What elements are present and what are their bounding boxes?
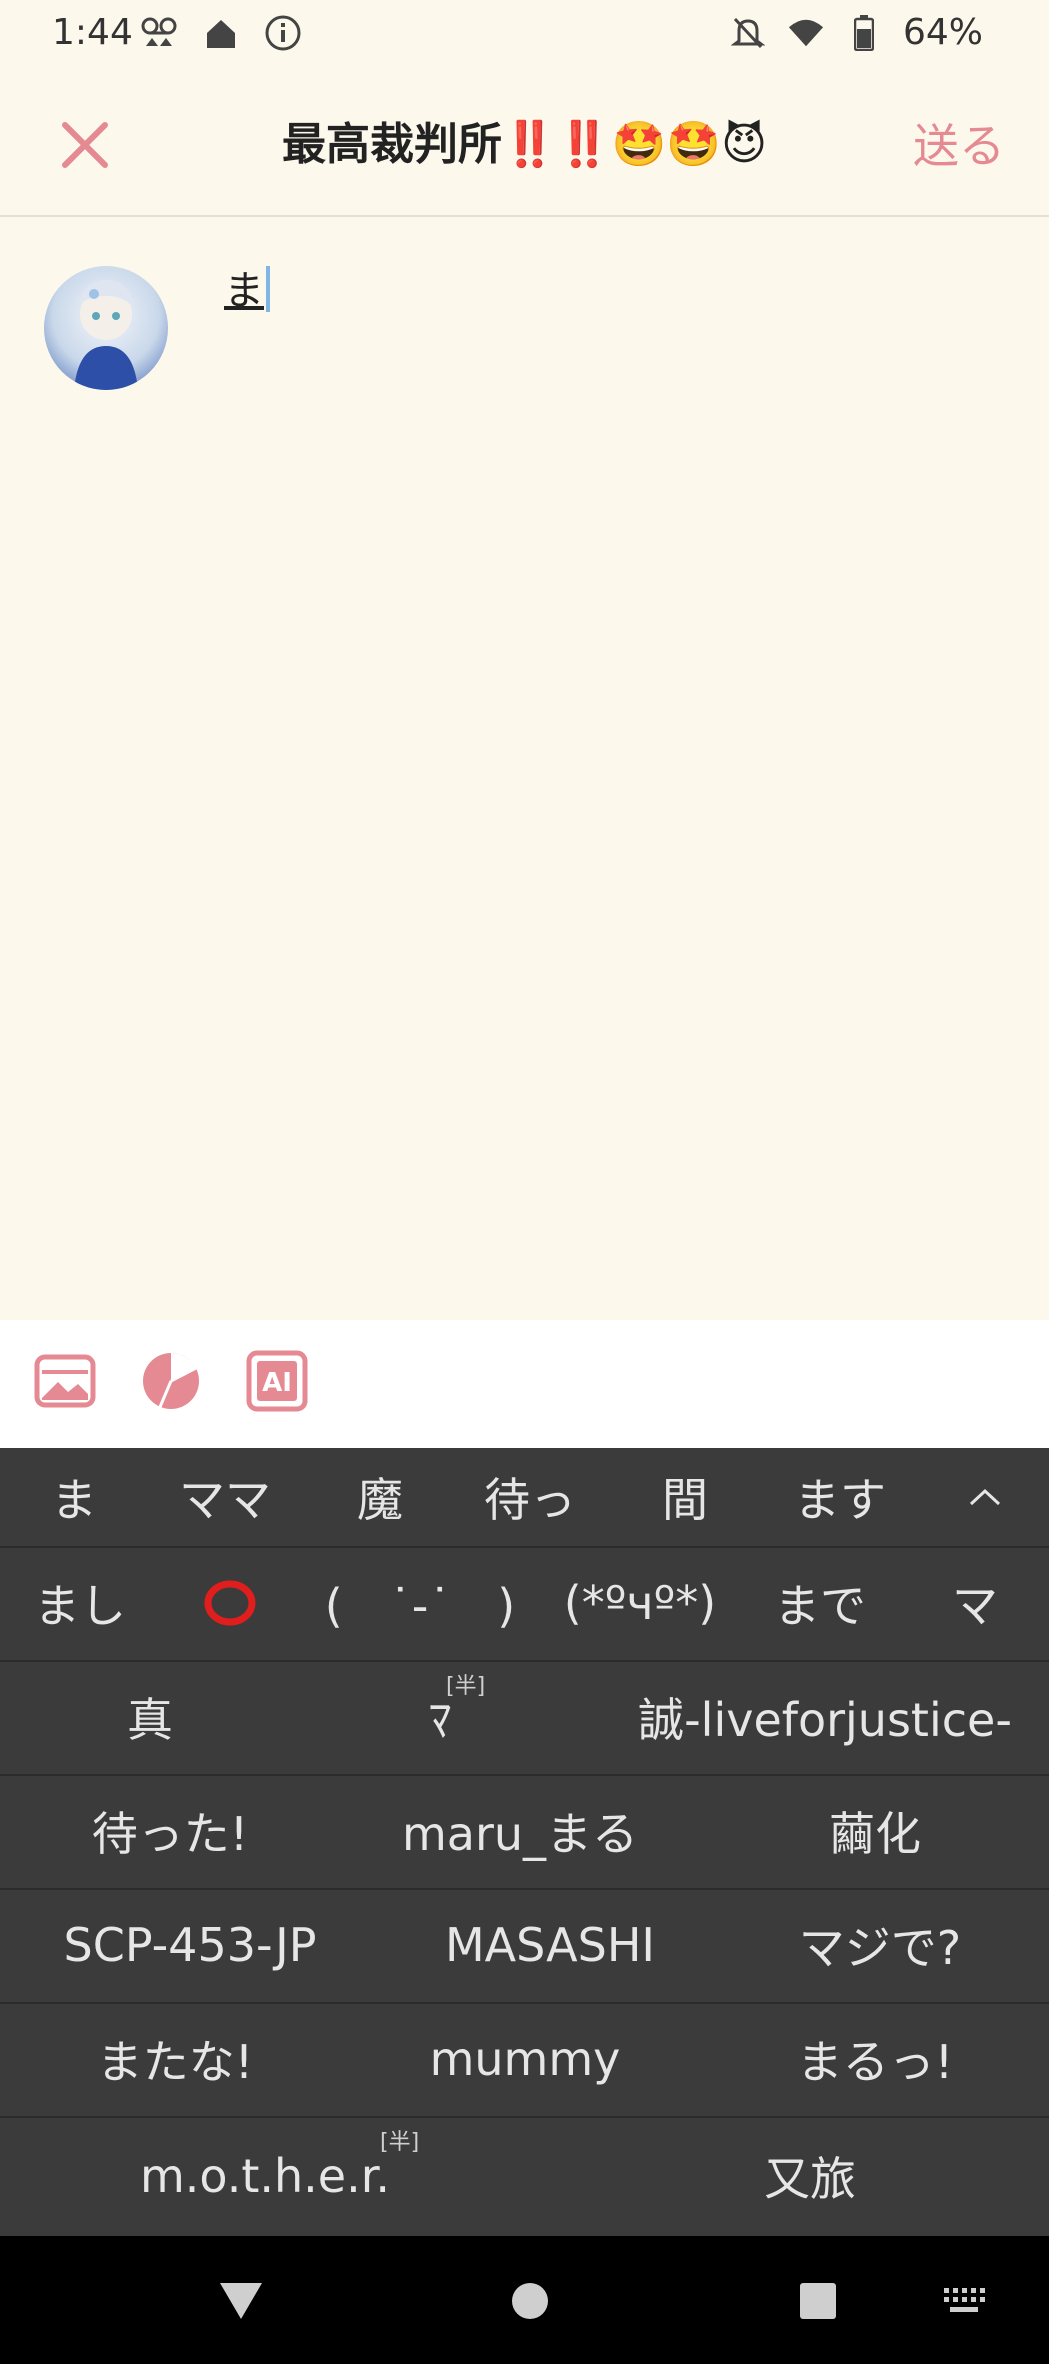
navigation-bar	[0, 2236, 1049, 2364]
candidate-row: SCP-453-JP MASASHI マジで?	[0, 1888, 1049, 2004]
candidate[interactable]: mummy	[410, 2002, 640, 2116]
candidate[interactable]: 待っ	[460, 1448, 600, 1546]
candidate[interactable]: またな!	[70, 2002, 280, 2116]
candidate-row: まし ( ˙-˙ ) (*ºчº*) まで マ	[0, 1546, 1049, 1662]
pie-chart-icon	[143, 1352, 199, 1409]
compose-input[interactable]: ま	[224, 258, 270, 316]
ai-icon: AI	[246, 1350, 308, 1412]
candidate[interactable]: まし	[20, 1546, 140, 1660]
candidate-row: m.o.t.h.e.r. [半] 又旅	[0, 2116, 1049, 2236]
candidate[interactable]: ママ	[160, 1448, 290, 1546]
notifications-off-icon	[729, 14, 767, 52]
collapse-button[interactable]	[940, 1448, 1030, 1546]
page-title: 最高裁判所‼️‼️🤩🤩😈	[281, 119, 767, 170]
image-button[interactable]	[32, 1348, 98, 1414]
half-width-badge: [半]	[446, 1674, 486, 1699]
image-icon	[34, 1354, 96, 1408]
compose-header: 最高裁判所‼️‼️🤩🤩😈 送る	[0, 70, 1049, 217]
poll-button[interactable]	[138, 1348, 204, 1414]
svg-text:AI: AI	[262, 1368, 292, 1398]
candidate[interactable]: 誠-liveforjustice-	[630, 1660, 1020, 1774]
wifi-icon	[787, 14, 825, 52]
candidate[interactable]: SCP-453-JP	[40, 1888, 340, 2002]
candidate-row: またな! mummy まるっ!	[0, 2002, 1049, 2118]
candidate[interactable]: 真	[90, 1660, 210, 1774]
text-cursor	[266, 266, 270, 312]
candidate[interactable]: ます	[770, 1448, 910, 1546]
avatar	[44, 266, 168, 390]
attachment-toolbar: AI	[0, 1320, 1049, 1448]
battery-icon	[845, 14, 883, 52]
candidate-row: 真 ﾏ [半] 誠-liveforjustice-	[0, 1660, 1049, 1776]
candidate[interactable]: 又旅	[730, 2116, 890, 2236]
candidate[interactable]: マジで?	[770, 1888, 990, 2002]
send-button[interactable]: 送る	[913, 110, 1005, 176]
candidate-row: ま ママ 魔 待っ 間 ます	[0, 1448, 1049, 1548]
candidate[interactable]: まで	[750, 1546, 890, 1660]
heavy-circle-icon	[204, 1580, 256, 1626]
candidate[interactable]: 繭化	[790, 1774, 960, 1888]
info-icon	[264, 14, 302, 52]
home-icon	[202, 14, 240, 52]
ai-button[interactable]: AI	[244, 1348, 310, 1414]
keyboard-switch-button[interactable]	[940, 2274, 988, 2328]
battery-percent: 64%	[902, 12, 983, 53]
back-button[interactable]	[214, 2274, 268, 2328]
compose-text: ま	[224, 268, 264, 314]
home-button[interactable]	[508, 2274, 552, 2328]
candidate-row: 待った! maru_まる 繭化	[0, 1774, 1049, 1890]
candidate[interactable]: maru_まる	[390, 1774, 650, 1888]
candidate[interactable]: マ	[920, 1546, 1030, 1660]
recents-button[interactable]	[796, 2274, 840, 2328]
back-triangle-icon	[220, 2283, 262, 2319]
candidate[interactable]: MASASHI	[420, 1888, 680, 2002]
candidate[interactable]: 間	[630, 1448, 740, 1546]
ime-keyboard: ま ママ 魔 待っ 間 ます まし ( ˙-˙ ) (*ºчº*) まで マ 真…	[0, 1448, 1049, 2236]
candidate[interactable]: ( ˙-˙ )	[300, 1546, 540, 1660]
candidate[interactable]	[180, 1546, 280, 1660]
half-width-badge: [半]	[380, 2130, 420, 2155]
voicemail-icon	[140, 14, 178, 52]
keyboard-icon	[944, 2288, 985, 2312]
candidate[interactable]: (*ºчº*)	[555, 1546, 725, 1660]
candidate[interactable]: m.o.t.h.e.r.	[140, 2116, 390, 2236]
candidate[interactable]: 魔	[325, 1448, 435, 1546]
chevron-up-icon	[969, 1488, 1001, 1506]
candidate[interactable]: 待った!	[60, 1774, 280, 1888]
home-circle-icon	[512, 2283, 548, 2319]
status-time: 1:44	[52, 12, 133, 53]
recents-square-icon	[800, 2283, 836, 2319]
candidate[interactable]: ま	[24, 1448, 124, 1546]
candidate[interactable]: まるっ!	[770, 2002, 980, 2116]
status-bar: 1:44 64%	[0, 0, 1049, 70]
